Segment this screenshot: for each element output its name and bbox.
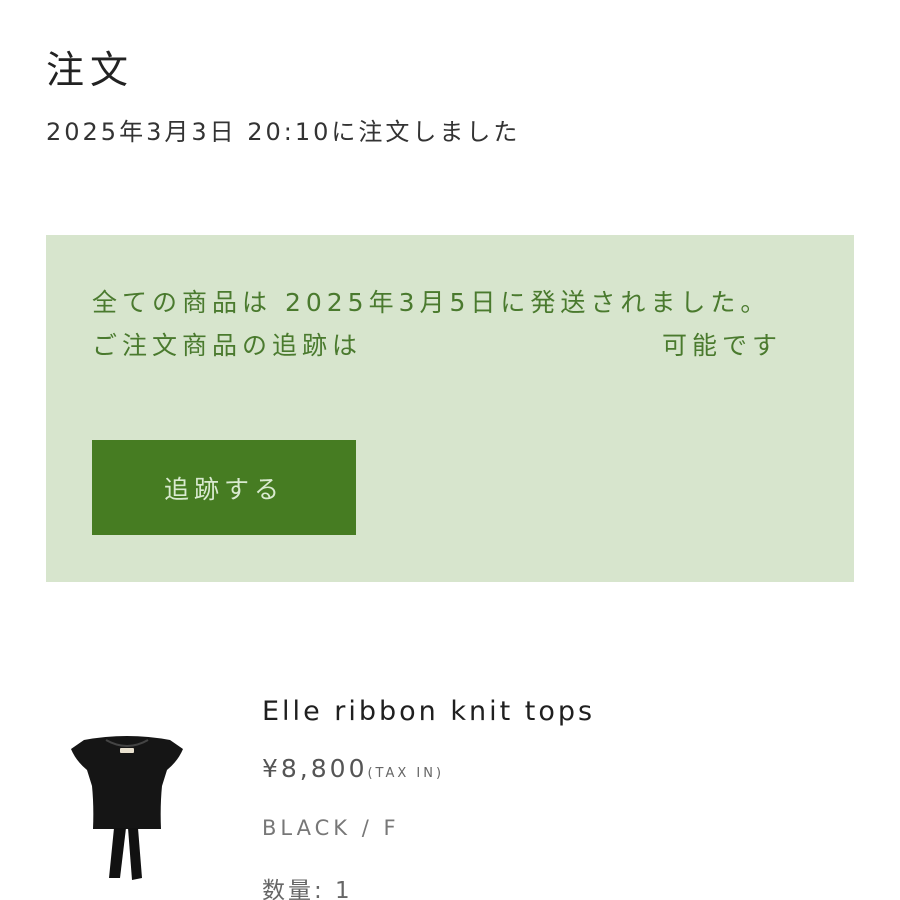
order-page: 注文 2025年3月3日 20:10に注文しました 全ての商品は 2025年3月… [0, 0, 900, 900]
shipping-message: 全ての商品は 2025年3月5日に発送されました。 ご注文商品の追跡は 可能です [92, 288, 784, 360]
shipping-notice: 全ての商品は 2025年3月5日に発送されました。 ご注文商品の追跡は 可能です… [46, 235, 854, 582]
black-knit-top-icon [71, 736, 183, 880]
black-knit-top-image[interactable] [62, 728, 192, 893]
page-title: 注文 [46, 48, 135, 93]
product-item: Elle ribbon knit tops ¥8,800(TAX IN) BLA… [0, 690, 900, 900]
product-price: ¥8,800 [262, 754, 368, 783]
product-name[interactable]: Elle ribbon knit tops [262, 696, 595, 727]
tax-label: (TAX IN) [367, 766, 445, 781]
product-price-row: ¥8,800(TAX IN) [262, 754, 444, 783]
product-quantity: 数量: 1 [262, 878, 353, 900]
track-order-button[interactable]: 追跡する [92, 440, 356, 535]
product-variant: BLACK / F [262, 816, 400, 840]
order-date-text: 2025年3月3日 20:10に注文しました [46, 118, 521, 146]
